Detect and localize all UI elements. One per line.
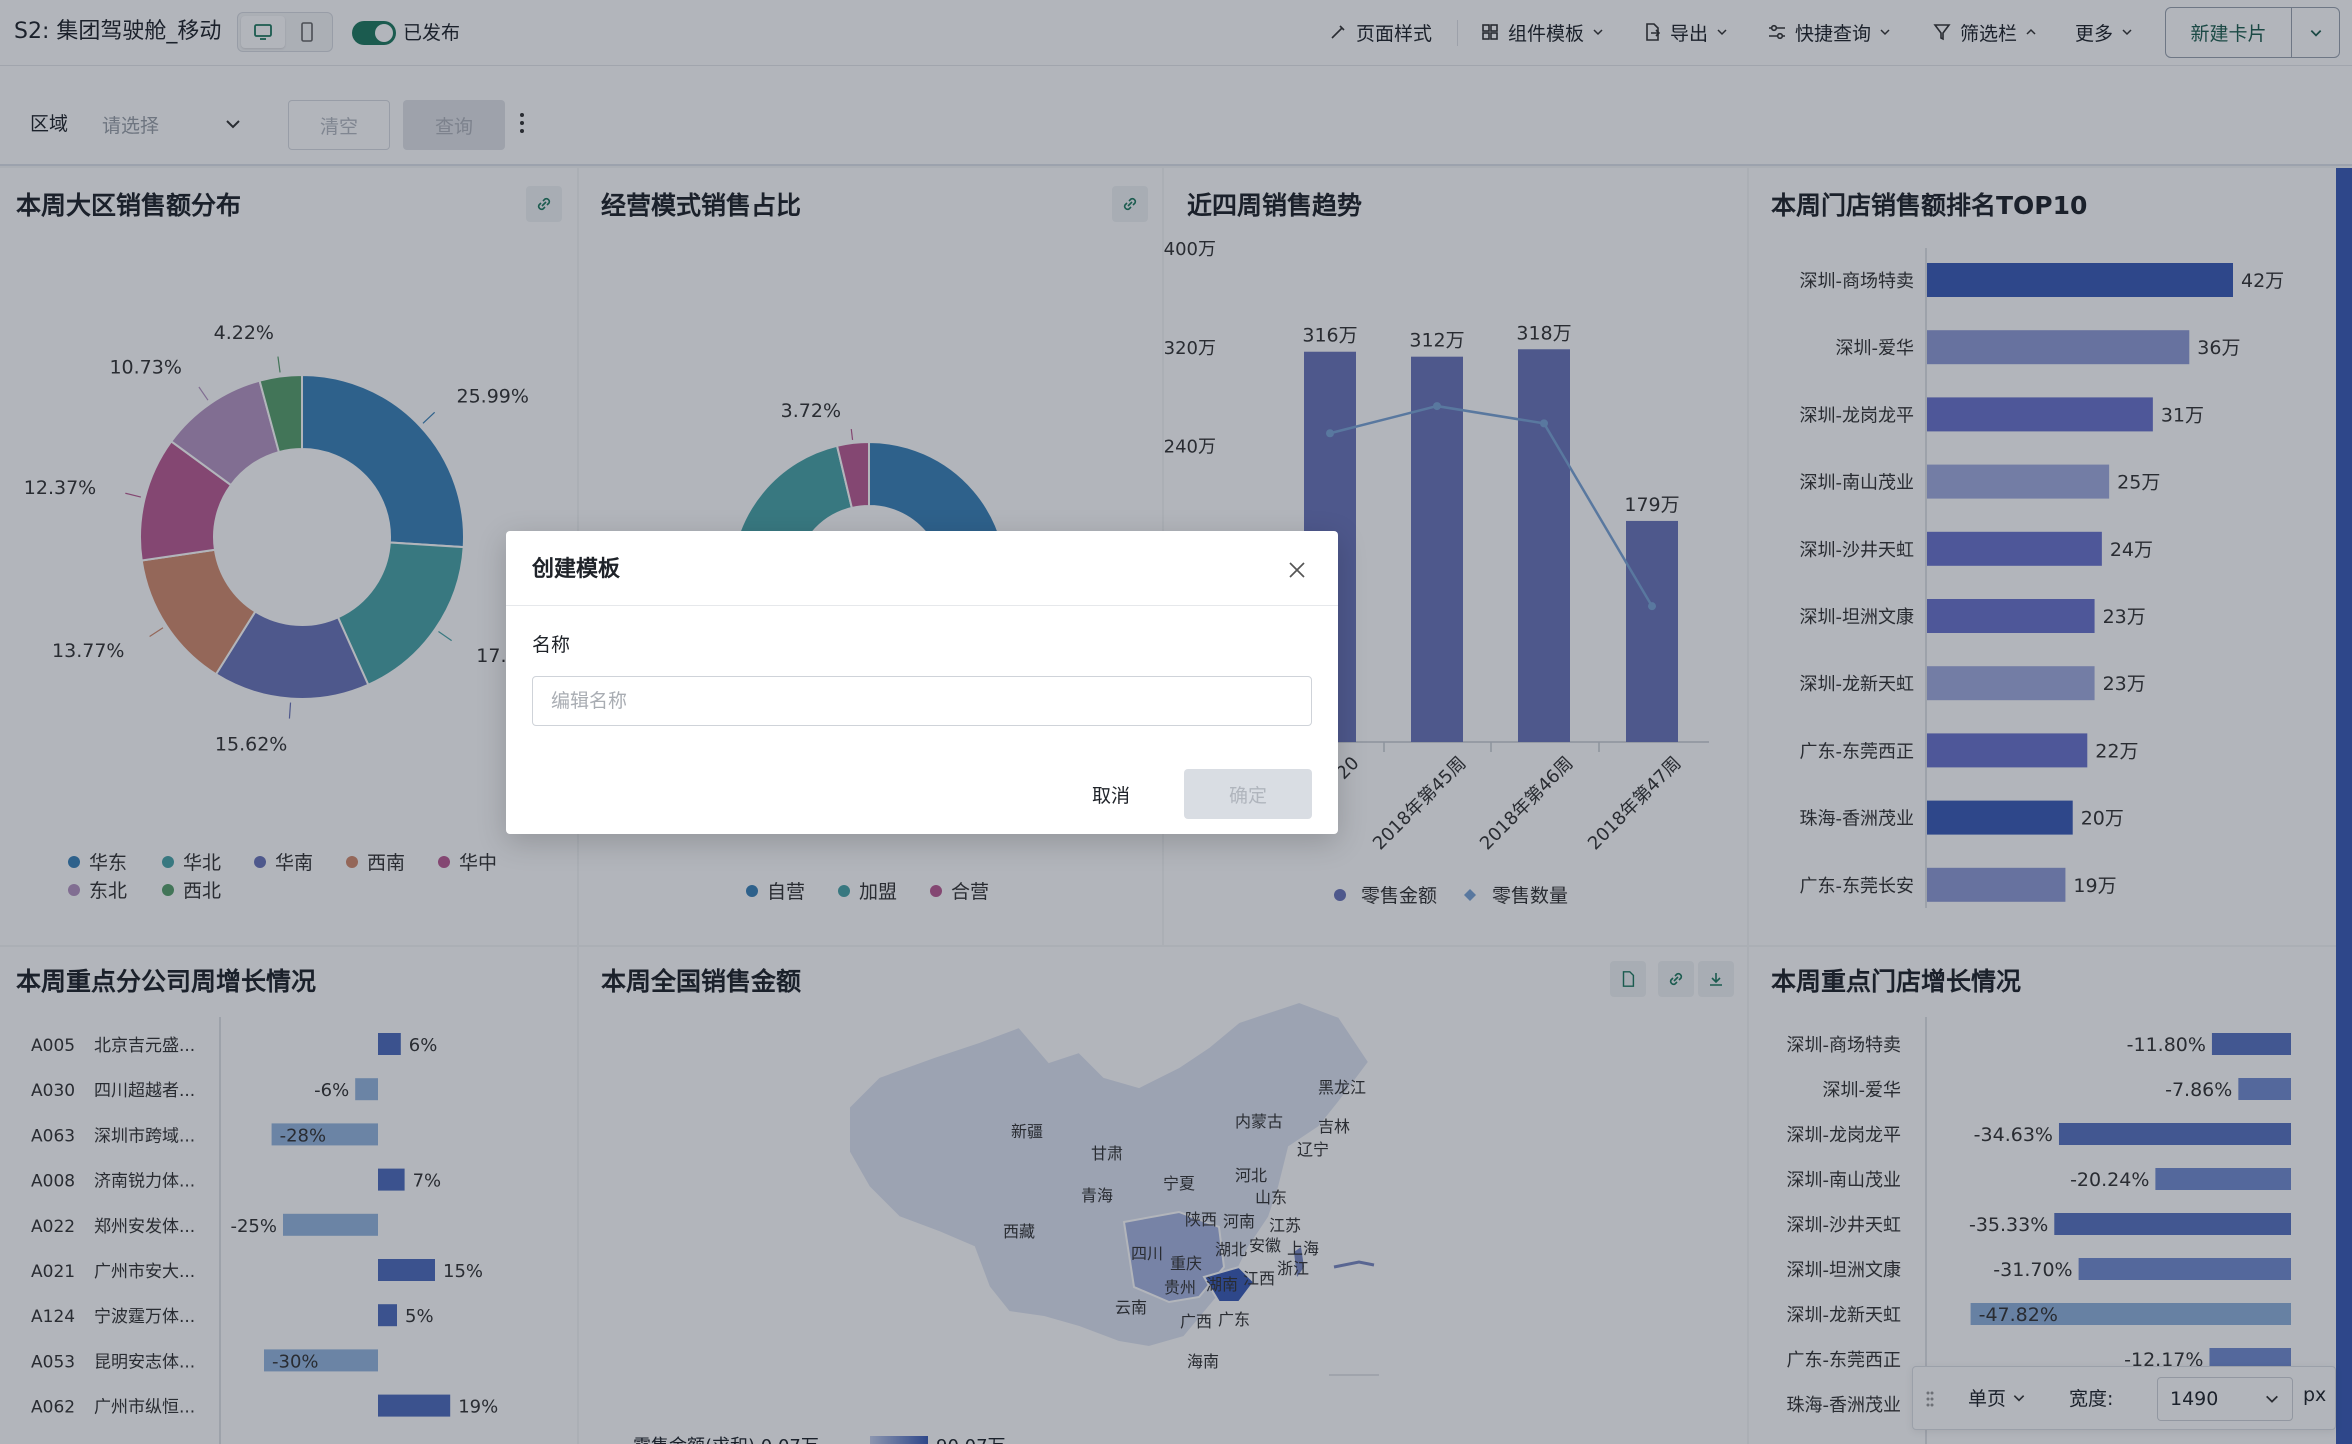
dialog-title: 创建模板 (532, 557, 621, 582)
name-field-label: 名称 (532, 634, 571, 656)
dialog-divider (506, 605, 1338, 606)
create-template-dialog: 创建模板 名称 取消 确定 (506, 531, 1338, 834)
dashboard-app: S2: 集团驾驶舱_移动 已发布 页面样式 组件模板 导出 快捷查询 筛选栏 更… (0, 0, 2352, 1444)
dialog-close-button[interactable] (1282, 555, 1312, 585)
cancel-button[interactable]: 取消 (1054, 769, 1168, 819)
confirm-button[interactable]: 确定 (1184, 769, 1312, 819)
close-icon (1289, 562, 1305, 578)
template-name-input[interactable] (532, 676, 1312, 726)
